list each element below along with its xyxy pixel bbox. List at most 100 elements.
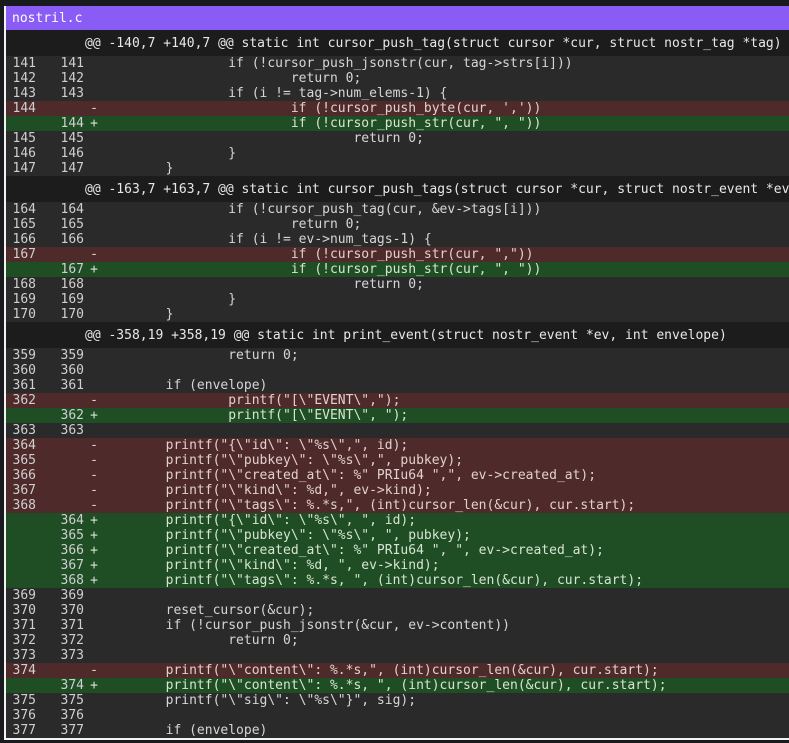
change-sign: - (90, 438, 98, 453)
old-line-number: 363 (12, 423, 36, 438)
change-sign: + (90, 528, 98, 543)
diff-line: 374 + printf("\"content\": %.*s, ", (int… (6, 678, 789, 693)
new-line-number: 374 (60, 678, 84, 693)
hunk-header: @@ -358,19 +358,19 @@ static int print_e… (6, 322, 789, 348)
old-line-number: 375 (12, 693, 36, 708)
old-line-number (6, 678, 36, 693)
code-text: if (!cursor_push_byte(cur, ',')) (103, 101, 542, 116)
diff-line: 146 146 } (6, 146, 789, 161)
old-line-number: 371 (12, 618, 36, 633)
old-line-number: 167 (12, 247, 36, 262)
new-line-number: 164 (60, 202, 84, 217)
old-line-number: 377 (12, 723, 36, 738)
diff-line: 364 - printf("{\"id\": \"%s\",", id); (6, 438, 789, 453)
change-sign (84, 202, 98, 217)
code-text: printf("\"content\": %.*s, ", (int)curso… (103, 678, 667, 693)
diff-line: 147 147 } (6, 161, 789, 176)
diff-line: 366 - printf("\"created_at\": %" PRIu64 … (6, 468, 789, 483)
code-text: printf("\"content\": %.*s,", (int)cursor… (103, 663, 659, 678)
old-line-number (6, 528, 36, 543)
change-sign (84, 131, 98, 146)
new-line-number (36, 663, 84, 678)
code-text: } (103, 146, 237, 161)
hunk-lines: 359 359 return 0; 360 360 361 361 if (en… (6, 348, 789, 738)
code-text: return 0; (103, 277, 424, 292)
new-line-number: 367 (60, 558, 84, 573)
change-sign (84, 292, 98, 307)
diff-line: 363 363 (6, 423, 789, 438)
old-line-number: 367 (12, 483, 36, 498)
diff-window: nostril.c @@ -140,7 +140,7 @@ static int… (4, 6, 789, 740)
new-line-number: 144 (60, 116, 84, 131)
code-text: return 0; (103, 348, 299, 363)
new-line-number: 147 (60, 161, 84, 176)
old-line-number: 143 (12, 86, 36, 101)
code-text: printf("\"created_at\": %" PRIu64 ",", e… (103, 468, 597, 483)
diff-line: 360 360 (6, 363, 789, 378)
hunk-lines: 141 141 if (!cursor_push_jsonstr(cur, ta… (6, 56, 789, 176)
new-line-number: 360 (60, 363, 84, 378)
new-line-number: 169 (60, 292, 84, 307)
code-text: if (envelope) (103, 378, 268, 393)
code-text: return 0; (103, 71, 362, 86)
diff-line: 369 369 (6, 588, 789, 603)
code-text: if (i != ev->num_tags-1) { (103, 232, 432, 247)
old-line-number (6, 573, 36, 588)
hunk-header-text: @@ -140,7 +140,7 @@ static int cursor_pu… (85, 35, 782, 51)
diff-line: 170 170 } (6, 307, 789, 322)
change-sign: - (90, 101, 98, 116)
change-sign: - (90, 483, 98, 498)
code-text: return 0; (103, 131, 424, 146)
change-sign: - (90, 498, 98, 513)
diff-line: 164 164 if (!cursor_push_tag(cur, &ev->t… (6, 202, 789, 217)
old-line-number: 374 (12, 663, 36, 678)
old-line-number: 170 (12, 307, 36, 322)
diff-line: 368 + printf("\"tags\": %.*s, ", (int)cu… (6, 573, 789, 588)
code-text: return 0; (103, 633, 299, 648)
old-line-number: 164 (12, 202, 36, 217)
diff-line: 362 - printf("[\"EVENT\","); (6, 393, 789, 408)
diff-line: 142 142 return 0; (6, 71, 789, 86)
old-line-number: 168 (12, 277, 36, 292)
new-line-number: 372 (60, 633, 84, 648)
new-line-number: 359 (60, 348, 84, 363)
new-line-number (36, 483, 84, 498)
new-line-number: 362 (60, 408, 84, 423)
old-line-number: 169 (12, 292, 36, 307)
diff-line: 143 143 if (i != tag->num_elems-1) { (6, 86, 789, 101)
diff-line: 144 - if (!cursor_push_byte(cur, ',')) (6, 101, 789, 116)
diff-line: 144 + if (!cursor_push_str(cur, ", ")) (6, 116, 789, 131)
code-text: printf("\"kind\": %d, ", ev->kind); (103, 558, 440, 573)
change-sign (84, 307, 98, 322)
hunk-header-text: @@ -358,19 +358,19 @@ static int print_e… (85, 327, 727, 343)
code-text: printf("\"pubkey\": \"%s\", ", pubkey); (103, 528, 471, 543)
old-line-number: 368 (12, 498, 36, 513)
diff-line: 377 377 if (envelope) (6, 723, 789, 738)
new-line-number (36, 498, 84, 513)
code-text: printf("{\"id\": \"%s\",", id); (103, 438, 409, 453)
code-text: if (i != tag->num_elems-1) { (103, 86, 448, 101)
diff-line: 374 - printf("\"content\": %.*s,", (int)… (6, 663, 789, 678)
old-line-number: 361 (12, 378, 36, 393)
old-line-number: 145 (12, 131, 36, 146)
old-line-number: 166 (12, 232, 36, 247)
new-line-number: 364 (60, 513, 84, 528)
diff-line: 370 370 reset_cursor(&cur); (6, 603, 789, 618)
diff-line: 367 + printf("\"kind\": %d, ", ev->kind)… (6, 558, 789, 573)
old-line-number: 165 (12, 217, 36, 232)
code-text: printf("\"kind\": %d,", ev->kind); (103, 483, 432, 498)
old-line-number: 362 (12, 393, 36, 408)
hunk-lines: 164 164 if (!cursor_push_tag(cur, &ev->t… (6, 202, 789, 322)
old-line-number: 144 (12, 101, 36, 116)
change-sign: + (90, 543, 98, 558)
code-text: } (103, 307, 174, 322)
change-sign: - (90, 247, 98, 262)
new-line-number: 142 (60, 71, 84, 86)
new-line-number: 165 (60, 217, 84, 232)
old-line-number: 369 (12, 588, 36, 603)
new-line-number: 365 (60, 528, 84, 543)
change-sign (84, 648, 98, 663)
code-text: if (!cursor_push_tag(cur, &ev->tags[i])) (103, 202, 542, 217)
new-line-number: 373 (60, 648, 84, 663)
